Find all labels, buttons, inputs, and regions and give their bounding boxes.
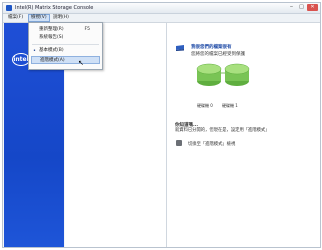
menu-item-label: 重新整理(R) xyxy=(39,27,64,32)
status-subtitle: 您將您的檔案已經受到保護 xyxy=(191,52,245,57)
switch-mode-icon[interactable] xyxy=(176,140,182,146)
title-bar: Intel(R) Matrix Storage Console ‒ □ ✕ xyxy=(3,3,320,14)
menu-item-shortcut: F5 xyxy=(84,27,90,32)
menu-separator xyxy=(32,44,99,45)
checkmark-icon: • xyxy=(33,48,36,54)
switch-advanced-mode-link[interactable]: 切換至「進階模式」檢視 xyxy=(188,141,235,147)
menu-file[interactable]: 檔案(F) xyxy=(6,14,25,22)
maximize-button[interactable]: □ xyxy=(297,4,306,11)
tip-text: 就資料已分開的，但現在是，設定用「進階模式」 xyxy=(175,128,270,133)
raid-disks-graphic xyxy=(196,63,250,86)
view-menu-dropdown: 重新整理(R) F5 系統報告(S) • 基本模式(B) 進階模式(A) ↖ xyxy=(28,22,103,70)
status-title: 我很您們的檔案很有 xyxy=(191,45,232,50)
close-button[interactable]: ✕ xyxy=(307,4,318,11)
disk-1-label: 硬碟機 1 xyxy=(222,103,238,108)
menu-item-advanced-mode[interactable]: 進階模式(A) xyxy=(31,56,100,64)
minimize-button[interactable]: ‒ xyxy=(287,4,296,11)
menu-item-label: 系統報告(S) xyxy=(39,35,64,40)
menu-item-system-report[interactable]: 系統報告(S) xyxy=(31,34,100,42)
mouse-cursor-icon: ↖ xyxy=(78,59,84,67)
menu-item-refresh[interactable]: 重新整理(R) F5 xyxy=(31,26,100,34)
app-icon xyxy=(6,5,12,11)
content-pane: 我很您們的檔案很有 您將您的檔案已經受到保護 硬碟機 0 硬碟機 1 你知道嗎.… xyxy=(167,23,320,247)
disk-0-label: 硬碟機 0 xyxy=(197,103,213,108)
app-window: Intel(R) Matrix Storage Console ‒ □ ✕ 檔案… xyxy=(2,2,321,248)
window-title: Intel(R) Matrix Storage Console xyxy=(15,5,94,11)
menu-item-basic-mode[interactable]: • 基本模式(B) xyxy=(31,47,100,55)
menu-help[interactable]: 說明(H) xyxy=(51,14,71,22)
drive-icon xyxy=(176,45,184,51)
menu-view[interactable]: 檢視(V) xyxy=(28,14,50,22)
menu-item-label: 基本模式(B) xyxy=(39,48,64,53)
menu-item-label: 進階模式(A) xyxy=(40,58,65,63)
